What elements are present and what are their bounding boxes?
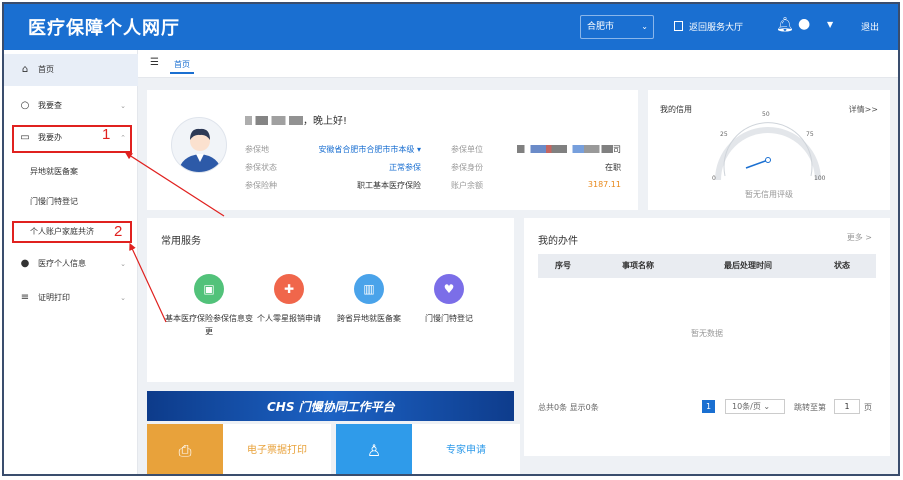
arrow-to-family-aid	[129, 242, 167, 323]
arrow-to-handle	[124, 152, 225, 217]
app-window: 医疗保障个人网厅 合肥市 ⌄ 返回服务大厅 🔔︎ ● ▼ 退出 ⌂ 首页 ○ 我要查 ⌄…	[2, 2, 900, 476]
annotation-arrows	[124, 152, 225, 323]
